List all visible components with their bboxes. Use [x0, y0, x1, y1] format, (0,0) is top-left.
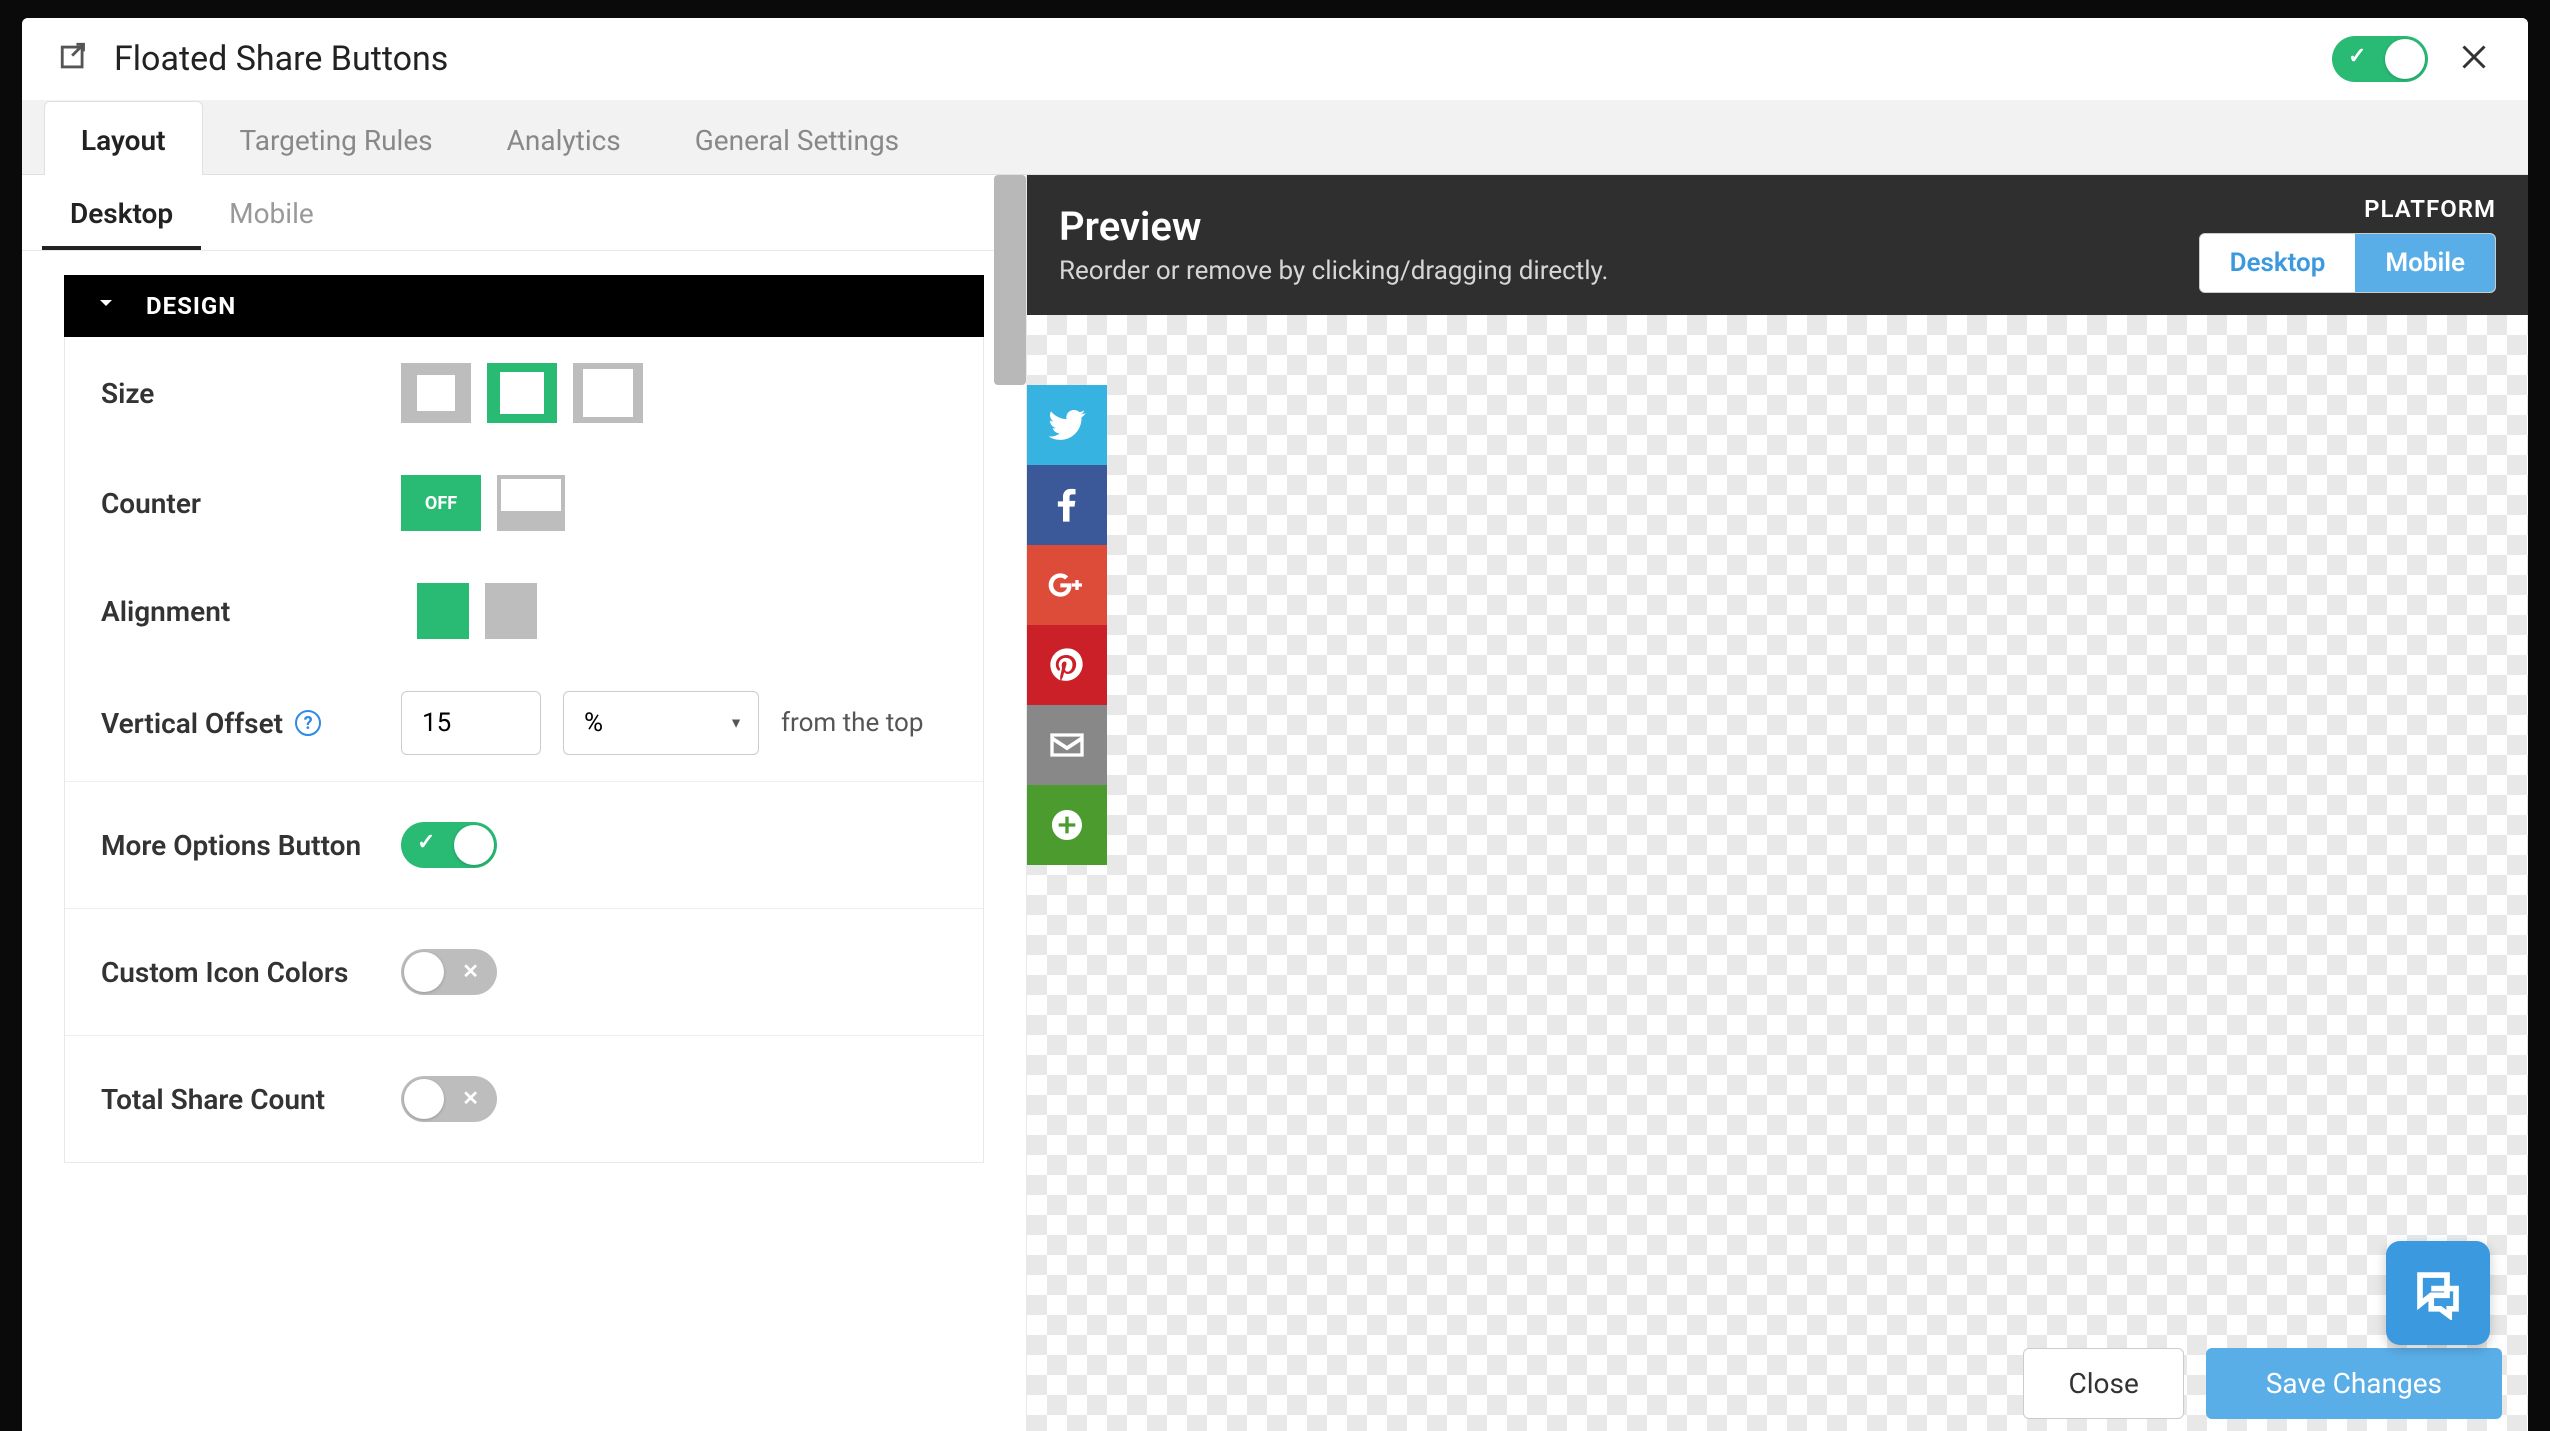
offset-suffix: from the top: [781, 708, 923, 738]
row-vertical-offset: Vertical Offset ? % from the top: [65, 665, 983, 781]
help-icon[interactable]: ?: [295, 710, 321, 736]
enable-toggle[interactable]: [2332, 36, 2428, 82]
close-button[interactable]: Close: [2023, 1348, 2183, 1419]
share-pinterest-button[interactable]: [1027, 625, 1107, 705]
scrollbar-vertical[interactable]: [994, 251, 1026, 385]
platform-label: PLATFORM: [2199, 195, 2496, 223]
tab-analytics[interactable]: Analytics: [470, 101, 658, 175]
modal-header: Floated Share Buttons: [22, 18, 2528, 100]
share-icon: [58, 40, 92, 78]
label-counter: Counter: [101, 487, 401, 520]
vertical-offset-input[interactable]: [401, 691, 541, 755]
label-vertical-offset: Vertical Offset ?: [101, 707, 401, 740]
preview-subtitle: Reorder or remove by clicking/dragging d…: [1059, 256, 2199, 286]
section-design-body: Size Counter OFF: [64, 337, 984, 1163]
share-google-button[interactable]: [1027, 545, 1107, 625]
size-large-button[interactable]: [573, 363, 643, 423]
preview-header: Preview Reorder or remove by clicking/dr…: [1027, 175, 2528, 315]
tab-targeting[interactable]: Targeting Rules: [203, 101, 470, 175]
modal-footer: Close Save Changes: [1997, 1332, 2528, 1431]
counter-off-button[interactable]: OFF: [401, 475, 481, 531]
platform-segmented: Desktop Mobile: [2199, 233, 2496, 293]
close-icon[interactable]: [2456, 39, 2492, 79]
tab-general[interactable]: General Settings: [658, 101, 936, 175]
modal-title: Floated Share Buttons: [114, 39, 2332, 79]
row-size: Size: [65, 337, 983, 449]
section-design-title: DESIGN: [146, 292, 236, 320]
size-medium-button[interactable]: [487, 363, 557, 423]
label-more-options: More Options Button: [101, 829, 401, 862]
preview-canvas: [1027, 315, 2528, 1431]
size-small-button[interactable]: [401, 363, 471, 423]
platform-mobile-button[interactable]: Mobile: [2355, 234, 2495, 292]
label-size: Size: [101, 377, 401, 410]
device-tab-desktop[interactable]: Desktop: [42, 175, 201, 250]
settings-panel: Desktop Mobile DESIGN Size: [22, 175, 1027, 1431]
counter-on-button[interactable]: [497, 475, 565, 531]
row-counter: Counter OFF: [65, 449, 983, 557]
share-more-button[interactable]: [1027, 785, 1107, 865]
label-alignment: Alignment: [101, 595, 401, 628]
align-left-button[interactable]: [401, 583, 469, 639]
device-tab-mobile[interactable]: Mobile: [201, 175, 342, 250]
custom-colors-toggle[interactable]: [401, 949, 497, 995]
align-right-button[interactable]: [485, 583, 553, 639]
share-email-button[interactable]: [1027, 705, 1107, 785]
main-tabs: Layout Targeting Rules Analytics General…: [22, 100, 2528, 175]
row-total-share: Total Share Count: [65, 1035, 983, 1162]
platform-desktop-button[interactable]: Desktop: [2200, 234, 2356, 292]
chevron-down-icon: [94, 291, 118, 321]
tab-layout[interactable]: Layout: [44, 101, 203, 175]
vertical-offset-unit-select[interactable]: %: [563, 691, 759, 755]
section-design-header[interactable]: DESIGN: [64, 275, 984, 337]
row-alignment: Alignment: [65, 557, 983, 665]
modal-floated-share: Floated Share Buttons Layout Targeting R…: [22, 18, 2528, 1431]
device-tabs: Desktop Mobile: [22, 175, 1026, 251]
share-button-column[interactable]: [1027, 385, 1107, 865]
total-share-toggle[interactable]: [401, 1076, 497, 1122]
share-twitter-button[interactable]: [1027, 385, 1107, 465]
label-total-share: Total Share Count: [101, 1083, 401, 1116]
more-options-toggle[interactable]: [401, 822, 497, 868]
label-custom-colors: Custom Icon Colors: [101, 956, 401, 989]
row-custom-colors: Custom Icon Colors: [65, 908, 983, 1035]
preview-title: Preview: [1059, 203, 2199, 250]
share-facebook-button[interactable]: [1027, 465, 1107, 545]
preview-panel: Preview Reorder or remove by clicking/dr…: [1027, 175, 2528, 1431]
settings-scroll[interactable]: DESIGN Size Counter OFF: [22, 251, 1026, 1431]
save-changes-button[interactable]: Save Changes: [2206, 1348, 2502, 1419]
row-more-options: More Options Button: [65, 781, 983, 908]
chat-fab[interactable]: [2386, 1241, 2490, 1345]
